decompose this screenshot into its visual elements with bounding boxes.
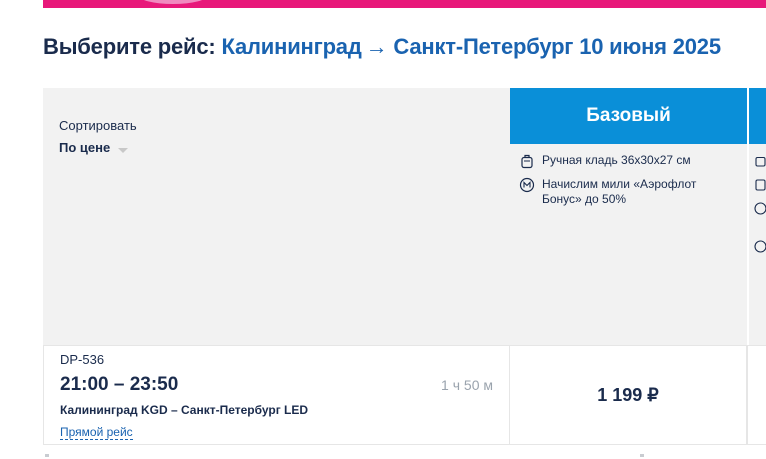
sort-label: Сортировать: [59, 118, 137, 133]
promo-banner: [43, 0, 766, 8]
carry-on-bag-icon: [521, 154, 533, 169]
divider: [640, 454, 644, 457]
tariff-header-next[interactable]: [749, 88, 766, 144]
miles-icon: [519, 177, 535, 193]
flight-times: 21:00 – 23:50: [60, 374, 179, 395]
flight-number: DP-536: [60, 352, 105, 367]
sort-panel: Сортировать По цене: [43, 88, 510, 345]
route-arrow-icon: →: [365, 34, 388, 59]
divider: [45, 454, 49, 457]
direct-flight-link[interactable]: Прямой рейс: [60, 425, 133, 440]
tariff-feature-text: Начислим мили «Аэрофлот Бонус» до 50%: [542, 177, 697, 206]
tariff-header-basic[interactable]: Базовый: [510, 88, 747, 144]
chevron-down-icon[interactable]: [118, 148, 128, 153]
miles-icon: [754, 240, 766, 253]
title-prefix: Выберите рейс:: [43, 34, 216, 59]
tariff-column-next: [749, 88, 766, 345]
title-destination[interactable]: Санкт-Петербург: [393, 34, 573, 59]
price-basic-button[interactable]: 1 199 ₽: [510, 345, 747, 445]
title-origin[interactable]: Калининград: [221, 34, 361, 59]
tariff-feature: Начислим мили «Аэрофлот Бонус» до 50%: [519, 177, 739, 207]
tariff-column-basic: Базовый Ручная кладь 36x30x27 см Начисли…: [510, 88, 747, 345]
price-next-button[interactable]: [747, 345, 766, 445]
flight-row[interactable]: DP-536 21:00 – 23:50 1 ч 50 м Калинингра…: [43, 345, 766, 445]
promo-banner-decoration: [138, 0, 208, 4]
flight-route: Калининград KGD – Санкт-Петербург LED: [60, 403, 309, 417]
title-date[interactable]: 10 июня 2025: [579, 34, 721, 59]
ruble-icon: [754, 202, 766, 215]
tariff-feature-text: Ручная кладь 36x30x27 см: [542, 153, 691, 167]
flight-info: DP-536 21:00 – 23:50 1 ч 50 м Калинингра…: [43, 345, 510, 445]
page-title: Выберите рейс: Калининград → Санкт-Петербу…: [43, 34, 721, 60]
luggage-icon: [755, 179, 766, 191]
carry-on-bag-icon: [755, 156, 766, 167]
flight-duration: 1 ч 50 м: [441, 377, 493, 393]
flight-table: Сортировать По цене Базовый Ручная кладь…: [43, 88, 766, 445]
sort-dropdown[interactable]: По цене: [59, 140, 110, 155]
tariff-feature: Ручная кладь 36x30x27 см: [519, 153, 691, 169]
